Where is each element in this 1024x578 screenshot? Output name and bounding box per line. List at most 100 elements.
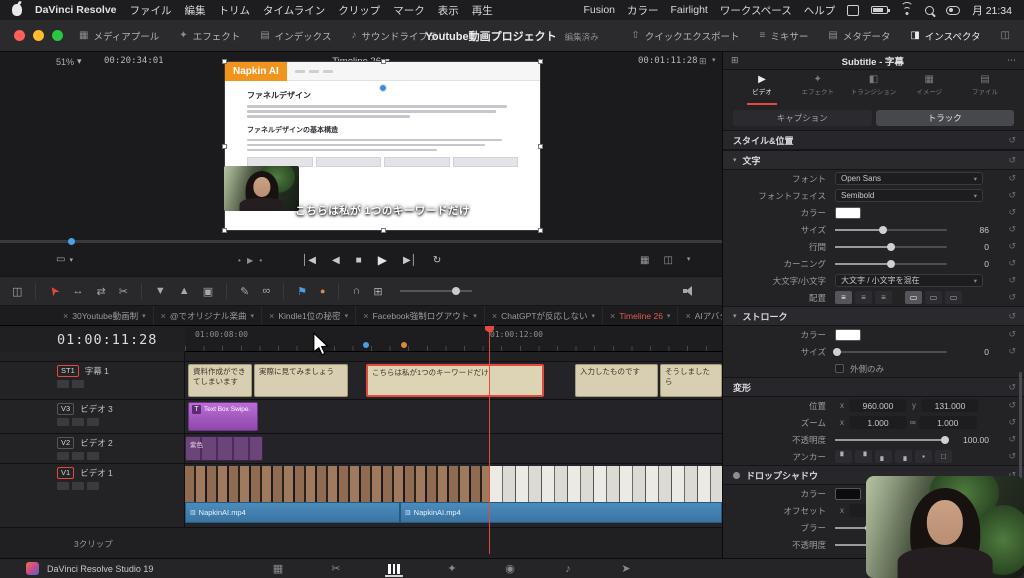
scrub-position-marker[interactable]	[68, 238, 75, 245]
dual-timeline-icon[interactable]: ◫	[12, 285, 22, 298]
stop-button[interactable]: ■	[356, 255, 362, 266]
grid-view-icon[interactable]: ▦	[640, 255, 649, 266]
stroke-size-slider[interactable]	[833, 347, 947, 356]
menu-help[interactable]: ヘルプ	[804, 3, 836, 18]
track-auto-select-icon[interactable]	[87, 418, 99, 426]
track-header-v2[interactable]: V2 ビデオ 2	[0, 434, 185, 463]
mixer-button[interactable]: ≡ ミキサー	[760, 29, 809, 43]
close-icon[interactable]: ×	[685, 311, 690, 321]
overwrite-clip-button[interactable]: ▲	[179, 285, 190, 297]
track-lock-icon[interactable]	[72, 452, 84, 460]
wifi-icon[interactable]	[900, 2, 914, 15]
flag-button[interactable]: ⚑	[297, 285, 307, 298]
selection-tool-button[interactable]: ➤	[46, 283, 63, 299]
timeline-zoom-slider[interactable]	[399, 287, 472, 295]
position-x-field[interactable]: 960.000	[849, 399, 907, 412]
chevron-down-icon[interactable]: ▾	[687, 255, 691, 266]
tab-video[interactable]: ▶ ビデオ	[739, 74, 785, 105]
trim-mode-button[interactable]: ↔	[72, 285, 83, 297]
close-icon[interactable]: ×	[63, 311, 68, 321]
menu-playback[interactable]: 再生	[472, 3, 493, 18]
timeline-tab[interactable]: × 30Youtube動画制 ▾	[56, 306, 154, 325]
loop-button[interactable]: ↻	[433, 255, 441, 266]
anchor-bottom-right-button[interactable]: ▗	[895, 450, 912, 463]
reset-icon[interactable]: ↺	[1008, 292, 1016, 303]
position-y-field[interactable]: 131.000	[921, 399, 979, 412]
effects-button[interactable]: ✦ エフェクト	[179, 29, 240, 43]
page-color-button[interactable]: ◉	[499, 559, 521, 578]
replace-clip-button[interactable]: ▣	[203, 285, 213, 298]
step-back-button[interactable]: ◀	[332, 255, 340, 266]
screen-mirroring-icon[interactable]	[847, 4, 860, 16]
transform-handle[interactable]	[222, 59, 227, 64]
menu-fusion[interactable]: Fusion	[583, 4, 615, 16]
zoom-x-field[interactable]: 1.000	[849, 416, 907, 429]
menu-view[interactable]: 表示	[438, 3, 459, 18]
anchor-bottom-left-button[interactable]: ▖	[875, 450, 892, 463]
reset-icon[interactable]: ↺	[1008, 224, 1016, 235]
text-color-swatch[interactable]	[835, 206, 861, 219]
case-select[interactable]: 大文字 / 小文字を混在 ▾	[835, 274, 983, 287]
reset-icon[interactable]: ↺	[1008, 311, 1016, 322]
viewer-zoom-select[interactable]: 51% ▾	[56, 56, 82, 67]
subtitle-clip[interactable]: 実際に見てみましょう	[254, 364, 348, 397]
reset-icon[interactable]: ↺	[1008, 207, 1016, 218]
timeline-ruler[interactable]: 01:00:08:00 01:00:12:00	[185, 326, 722, 352]
timeline-marker-blue[interactable]	[363, 342, 369, 348]
tab-image[interactable]: ▦ イメージ	[906, 74, 952, 102]
chevron-down-icon[interactable]: ▾	[712, 56, 716, 64]
chevron-down-icon[interactable]: ▾	[251, 312, 255, 320]
transform-tool-button[interactable]: ▭ ▾	[56, 254, 73, 265]
menu-workspace[interactable]: ワークスペース	[720, 3, 792, 18]
track-enable-icon[interactable]	[57, 380, 69, 388]
page-fusion-button[interactable]: ✦	[441, 559, 463, 578]
reset-icon[interactable]: ↺	[1008, 135, 1016, 146]
minimize-window-button[interactable]	[33, 30, 44, 41]
step-forward-button[interactable]: ▶│	[403, 255, 417, 266]
menubar-clock[interactable]: 月 21:34	[972, 3, 1012, 18]
retime-curve-button[interactable]: ✎	[240, 285, 249, 298]
subtitle-clip[interactable]: 入力したものです	[575, 364, 658, 397]
viewer-scrub-bar[interactable]	[0, 236, 722, 246]
reset-icon[interactable]: ↺	[1008, 173, 1016, 184]
timeline-playhead[interactable]	[485, 326, 494, 554]
menu-mark[interactable]: マーク	[393, 3, 425, 18]
dual-viewer-icon[interactable]: ◫	[663, 255, 672, 266]
group-stroke[interactable]: ▾ ストローク ↺	[723, 306, 1024, 326]
fontface-select[interactable]: Semibold ▾	[835, 189, 983, 202]
anchor-full-button[interactable]: □	[935, 450, 952, 463]
line-spacing-slider[interactable]	[835, 242, 947, 251]
track-enable-icon[interactable]	[57, 482, 69, 490]
subtab-track[interactable]: トラック	[875, 110, 1014, 126]
drop-shadow-toggle[interactable]	[733, 471, 740, 479]
video-clip[interactable]: 紫色	[185, 436, 263, 461]
quick-export-button[interactable]: ⇧ クイックエクスポート	[631, 29, 739, 43]
subtitle-clip[interactable]: 資料作成ができてしまいます	[188, 364, 252, 397]
align-center-button[interactable]: ≡	[855, 291, 872, 304]
chevron-down-icon[interactable]: ▾	[345, 312, 349, 320]
tab-file[interactable]: ▤ ファイル	[962, 74, 1008, 102]
menu-timeline[interactable]: タイムライン	[263, 3, 325, 18]
timeline-tab[interactable]: × Kindle1位の秘密 ▾	[262, 306, 357, 325]
size-slider[interactable]	[835, 225, 947, 234]
menu-edit[interactable]: 編集	[185, 3, 206, 18]
outside-only-checkbox[interactable]	[835, 364, 844, 373]
timeline-tab[interactable]: × ChatGPTが反応しない ▾	[485, 306, 604, 325]
subtitle-clip-selected[interactable]: こちらは私が1つのキーワードだけ	[366, 364, 544, 397]
transform-handle[interactable]	[222, 144, 227, 149]
timeline-tab-active[interactable]: × Timeline 26 ▾	[603, 306, 679, 325]
track-lock-icon[interactable]	[72, 380, 84, 388]
more-icon[interactable]: ⋯	[1007, 55, 1016, 66]
reset-icon[interactable]: ↺	[1008, 258, 1016, 269]
play-button[interactable]: ▶	[378, 253, 387, 267]
inspector-grid-icon[interactable]: ⊞	[731, 55, 739, 66]
viewer-option-icon[interactable]: ⊞	[699, 56, 707, 67]
stroke-color-swatch[interactable]	[835, 328, 861, 341]
transform-handle[interactable]	[380, 59, 386, 64]
font-select[interactable]: Open Sans ▾	[835, 172, 983, 185]
metadata-button[interactable]: ▤ メタデータ	[828, 29, 890, 43]
app-menu[interactable]: DaVinci Resolve	[35, 4, 117, 16]
opacity-slider[interactable]	[835, 435, 949, 444]
track-auto-select-icon[interactable]	[87, 452, 99, 460]
video-preview[interactable]: Napkin AI ファネルデザイン ファネルデザインの基本構造 こちらは私が …	[222, 59, 543, 233]
